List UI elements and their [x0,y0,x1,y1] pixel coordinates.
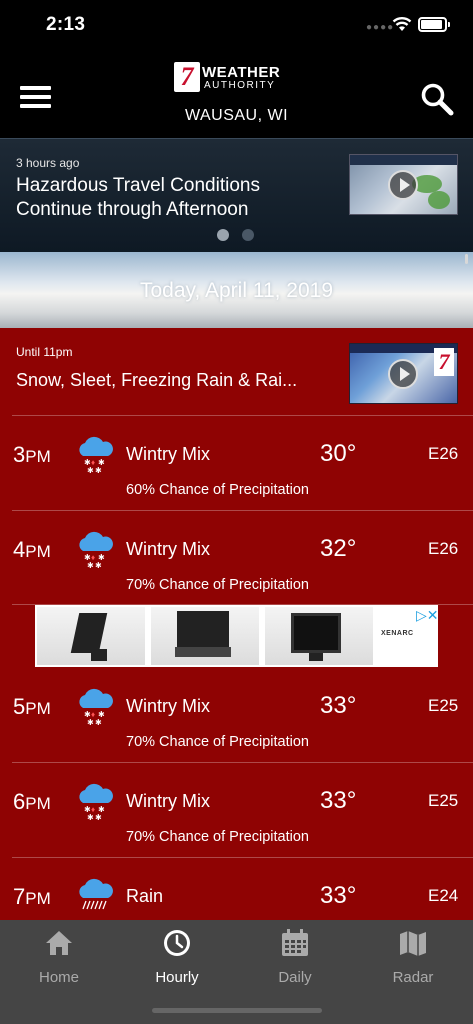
wind: E25 [428,696,459,715]
home-indicator[interactable] [152,1008,322,1013]
play-icon[interactable] [388,170,418,200]
logo-seven: 7 [174,62,200,92]
alert-text[interactable]: Snow, Sleet, Freezing Rain & Rai... [16,370,297,391]
temperature: 33° [320,692,357,719]
wintry-mix-icon: ✱ ♦ ✱ ✱ ✱ [79,436,113,474]
date-label: Today, April 11, 2019 [139,279,334,302]
alert-video-thumbnail[interactable]: 7 [349,343,458,404]
hour-row[interactable]: 7PM Rain 33° E24 [0,858,473,920]
advertisement-banner[interactable]: XENARC ▷✕ [35,605,439,667]
svg-text:✱: ✱ [95,466,102,474]
hour-row[interactable]: 4PM ✱ ♦ ✱ ✱ ✱ Wintry Mix 32° E26 70% Chance… [0,511,473,605]
hour-label: 5PM [13,694,51,719]
condition-label: Wintry Mix [126,444,210,464]
svg-text:✱: ✱ [87,813,94,821]
calendar-icon [282,929,308,956]
wifi-icon [392,17,412,31]
alert-until: Until 11pm [16,345,73,359]
ad-close-icon[interactable]: ▷✕ [416,607,439,624]
clock-icon [164,930,190,956]
svg-text:✱: ✱ [95,561,102,569]
weather-alert[interactable]: Until 11pm Snow, Sleet, Freezing Rain & … [0,328,473,416]
hour-row[interactable]: 6PM ✱ ♦ ✱ ✱ ✱ Wintry Mix 33° E25 70% Chance… [0,763,473,857]
news-carousel[interactable]: 3 hours ago Hazardous Travel Conditions … [0,138,473,252]
svg-text:✱: ✱ [87,466,94,474]
hour-label: 3PM [13,442,51,467]
precip-chance: 70% Chance of Precipitation [126,734,309,750]
svg-text:✱: ✱ [87,561,94,569]
condition-label: Wintry Mix [126,539,210,559]
tab-daily[interactable]: Daily [236,928,354,988]
tab-label: Home [38,969,79,986]
map-icon [400,931,426,956]
app-header: 7 WEATHER AUTHORITY WAUSAU, WI [0,50,473,138]
precip-chance: 70% Chance of Precipitation [126,577,309,593]
hour-row[interactable]: 5PM ✱ ♦ ✱ ✱ ✱ Wintry Mix 33° E25 70% Chance… [0,668,473,762]
ad-product-image[interactable] [37,607,147,665]
condition-label: Wintry Mix [126,791,210,811]
page-dot[interactable] [242,229,254,241]
tab-home[interactable]: Home [0,928,118,988]
temperature: 33° [320,787,357,814]
hour-label: 4PM [13,537,51,562]
logo-line1: WEATHER [202,64,281,81]
wintry-mix-icon: ✱ ♦ ✱ ✱ ✱ [79,531,113,569]
temperature: 30° [320,440,357,467]
signal-dots-icon: ●●●● [366,22,395,33]
wind: E26 [428,444,459,463]
menu-icon[interactable] [20,86,51,108]
precip-chance: 60% Chance of Precipitation [126,482,309,498]
weather-authority-logo: 7 WEATHER AUTHORITY [174,62,300,92]
tab-label: Daily [278,969,312,986]
tab-hourly[interactable]: Hourly [118,928,236,988]
svg-text:✱: ✱ [95,718,102,726]
ad-product-image[interactable] [151,607,261,665]
hour-label: 7PM [13,884,51,909]
news-time-ago: 3 hours ago [16,156,80,170]
logo-line2: AUTHORITY [204,80,276,91]
news-headline[interactable]: Hazardous Travel Conditions Continue thr… [16,174,336,222]
wind: E24 [428,886,459,905]
wind: E26 [428,539,459,558]
condition-label: Rain [126,886,164,906]
wind: E25 [428,791,459,810]
wintry-mix-icon: ✱ ♦ ✱ ✱ ✱ [79,783,113,821]
tab-label: Radar [392,969,434,986]
hourly-forecast-list[interactable]: Until 11pm Snow, Sleet, Freezing Rain & … [0,328,473,920]
svg-text:✱: ✱ [87,718,94,726]
tab-label: Hourly [155,969,199,986]
date-banner: Today, April 11, 2019 [0,252,473,328]
tab-radar[interactable]: Radar [354,928,472,988]
carousel-page-dots[interactable] [217,228,267,246]
condition-label: Wintry Mix [126,696,210,716]
hour-row[interactable]: 3PM ✱ ♦ ✱ ✱ ✱ Wintry Mix 30° E26 60% Chance… [0,416,473,510]
ad-product-image[interactable] [265,607,375,665]
search-icon[interactable] [420,82,454,116]
precip-chance: 70% Chance of Precipitation [126,829,309,845]
news-video-thumbnail[interactable] [349,154,458,215]
status-time: 2:13 [46,14,86,35]
temperature: 33° [320,882,357,909]
hour-label: 6PM [13,789,51,814]
svg-text:✱: ✱ [95,813,102,821]
home-icon [46,931,72,955]
scrollbar[interactable] [465,254,468,264]
play-icon[interactable] [388,359,418,389]
station-logo-icon: 7 [434,348,454,376]
ad-brand: XENARC [381,630,414,637]
temperature: 32° [320,535,357,562]
location-label: WAUSAU, WI [184,107,289,124]
rain-icon [79,878,113,910]
battery-icon [418,17,450,32]
page-dot-active[interactable] [217,229,229,241]
status-bar: 2:13 ●●●● [0,0,473,50]
wintry-mix-icon: ✱ ♦ ✱ ✱ ✱ [79,688,113,726]
